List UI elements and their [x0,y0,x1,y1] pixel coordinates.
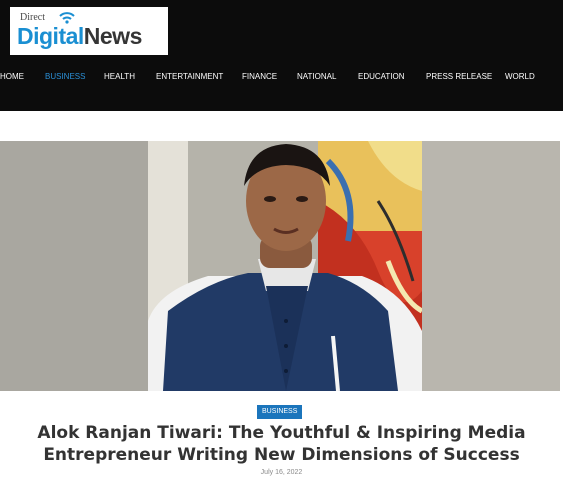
logo-digital-text: Digital [17,23,84,49]
person-portrait [148,144,422,391]
nav-item-home[interactable]: HOME [0,72,24,81]
logo-direct-text: Direct [20,12,45,23]
logo-wordmark: DigitalNews [17,23,142,49]
category-badge[interactable]: BUSINESS [257,405,303,419]
nav-item-education[interactable]: EDUCATION [358,72,405,81]
article-title[interactable]: Alok Ranjan Tiwari: The Youthful & Inspi… [20,422,543,466]
nav-item-finance[interactable]: FINANCE [242,72,277,81]
site-header: Direct DigitalNews HOME BUSINESS HEALTH … [0,0,563,111]
logo-news-text: News [83,23,143,49]
wifi-icon [59,12,75,24]
site-logo[interactable]: Direct DigitalNews [10,7,168,55]
background-wall-right [422,141,560,391]
nav-item-press-release[interactable]: PRESS RELEASE [426,72,492,81]
nav-item-world[interactable]: WORLD [505,72,535,81]
main-nav: HOME BUSINESS HEALTH ENTERTAINMENT FINAN… [0,72,563,84]
article-date: July 16, 2022 [260,469,303,476]
featured-image[interactable] [0,141,560,391]
nav-item-entertainment[interactable]: ENTERTAINMENT [156,72,223,81]
nav-item-health[interactable]: HEALTH [104,72,135,81]
nav-item-national[interactable]: NATIONAL [297,72,336,81]
nav-item-business[interactable]: BUSINESS [45,72,85,81]
background-wall-left [0,141,148,391]
